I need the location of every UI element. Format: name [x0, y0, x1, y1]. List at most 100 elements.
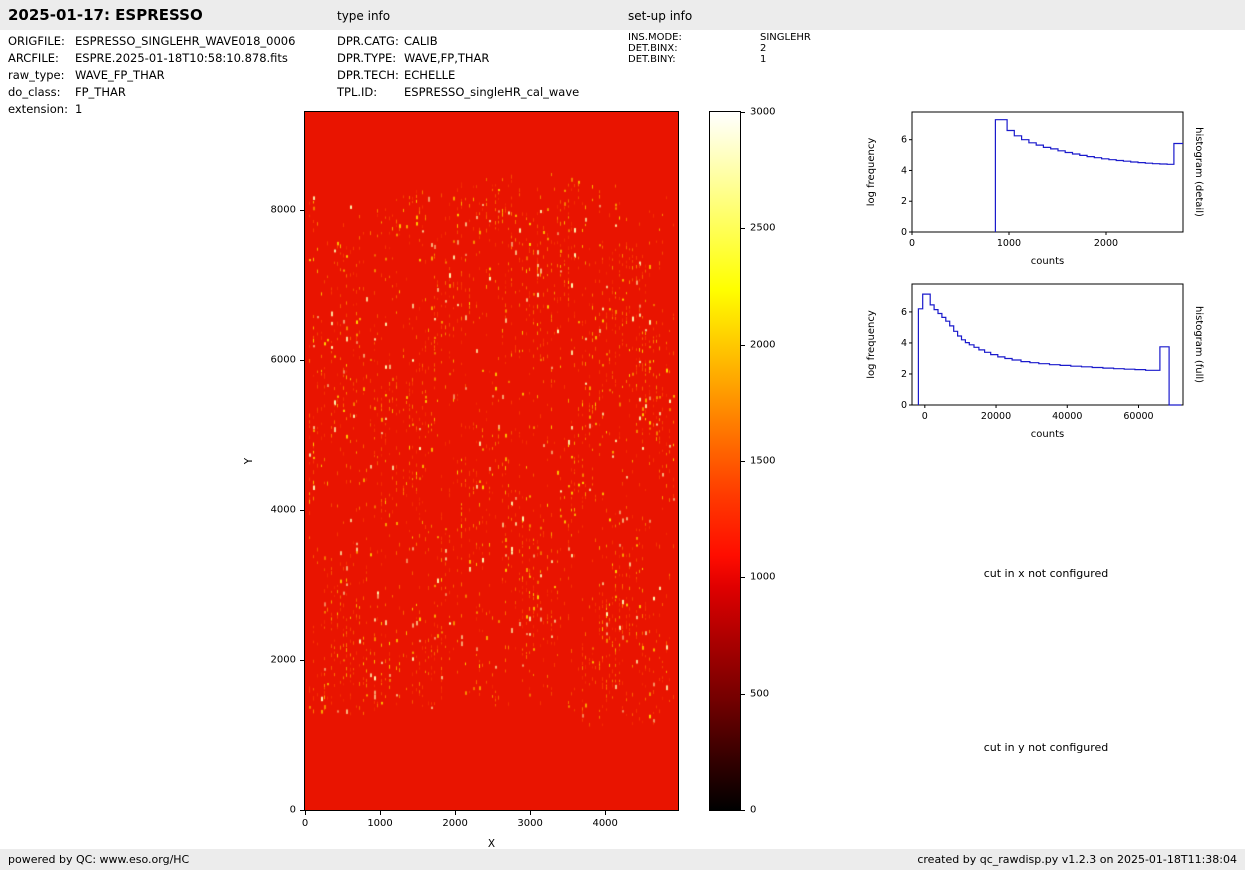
colorbar-tick-label: 2000 — [750, 339, 776, 351]
meta-value: ESPRESSO_SINGLEHR_WAVE018_0006 — [75, 34, 296, 48]
y-tick-label: 6 — [901, 307, 907, 318]
page-title: 2025-01-17: ESPRESSO — [8, 6, 203, 24]
main-y-tick — [300, 209, 304, 211]
x-axis-label: counts — [1031, 256, 1064, 267]
y-tick-label: 6 — [901, 135, 907, 146]
meta-label: DET.BINX: — [628, 43, 678, 54]
meta-label: TPL.ID: — [337, 85, 378, 99]
colorbar-tick-label: 500 — [750, 688, 770, 700]
raw-frame-plot — [304, 111, 679, 811]
header-bar: 2025-01-17: ESPRESSO type info set-up in… — [0, 0, 1245, 30]
main-y-tick-label: 6000 — [270, 354, 296, 366]
histogram-line — [994, 119, 1183, 232]
footer-bar: powered by QC: www.eso.org/HC created by… — [0, 849, 1245, 870]
y-tick-label: 4 — [901, 165, 907, 176]
meta-value: ECHELLE — [404, 68, 456, 82]
colorbar-tick — [741, 112, 745, 113]
plot-frame — [911, 283, 1184, 406]
main-x-tick-label: 3000 — [517, 818, 543, 829]
y-tick-label: 0 — [901, 400, 907, 411]
main-y-tick — [300, 509, 304, 511]
main-x-tick — [530, 811, 532, 815]
colorbar-tick — [741, 810, 745, 811]
type-info-heading: type info — [337, 9, 391, 23]
file-info-block: ORIGFILE: ESPRESSO_SINGLEHR_WAVE018_0006 A… — [8, 33, 295, 118]
meta-value: ESPRE.2025-01-18T10:58:10.878.fits — [75, 51, 288, 65]
main-x-tick — [380, 811, 382, 815]
colorbar-tick-label: 2500 — [750, 222, 776, 234]
colorbar-tick — [741, 344, 745, 346]
right-axis-label: histogram (detail) — [1193, 127, 1204, 217]
meta-label: DPR.TYPE: — [337, 51, 397, 65]
meta-value: 1 — [760, 54, 767, 65]
x-tick-label: 60000 — [1123, 411, 1153, 422]
main-y-tick — [300, 810, 304, 811]
y-axis-label: log frequency — [866, 138, 877, 207]
y-tick-label: 2 — [901, 369, 907, 380]
main-y-tick — [300, 659, 304, 661]
footer-left-text: powered by QC: www.eso.org/HC — [8, 853, 190, 866]
meta-value: 2 — [760, 43, 767, 54]
meta-row: DPR.TECH: ECHELLE — [337, 67, 579, 84]
y-tick-label: 4 — [901, 338, 907, 349]
main-y-axis-label: Y — [243, 457, 255, 465]
meta-row: ARCFILE: ESPRE.2025-01-18T10:58:10.878.fi… — [8, 50, 295, 67]
meta-value: ESPRESSO_singleHR_cal_wave — [404, 85, 580, 99]
meta-value: WAVE_FP_THAR — [75, 68, 165, 82]
colorbar-tick — [741, 461, 745, 462]
colorbar-tick — [741, 693, 745, 695]
meta-row: DET.BINY: 1 — [628, 54, 811, 65]
setup-info-block: INS.MODE: SINGLEHR DET.BINX: 2 DET.BINY: 1 — [628, 32, 811, 65]
meta-value: CALIB — [404, 34, 438, 48]
type-info-block: DPR.CATG: CALIB DPR.TYPE: WAVE,FP,THAR DPR.T… — [337, 33, 579, 101]
y-tick-label: 0 — [901, 227, 907, 238]
y-axis-label: log frequency — [866, 310, 877, 379]
meta-row: do_class: FP_THAR — [8, 84, 295, 101]
x-tick-label: 2000 — [1094, 238, 1118, 249]
colorbar-tick-label: 1000 — [750, 571, 776, 583]
cut-x-message: cut in x not configured — [983, 567, 1109, 580]
meta-row: DET.BINX: 2 — [628, 43, 811, 54]
footer-right-text: created by qc_rawdisp.py v1.2.3 on 2025-… — [917, 853, 1237, 866]
colorbar-tick — [741, 228, 745, 230]
meta-label: DPR.TECH: — [337, 68, 399, 82]
histogram-full-plot: 0 20000 40000 60000 0 2 4 6 counts log frequency h… — [866, 283, 1204, 440]
right-axis-label: histogram (full) — [1193, 306, 1204, 383]
meta-row: extension: 1 — [8, 101, 295, 118]
meta-value: SINGLEHR — [760, 32, 811, 43]
meta-label: ARCFILE: — [8, 51, 59, 65]
main-y-tick — [300, 359, 304, 361]
meta-label: DET.BINY: — [628, 54, 676, 65]
x-axis-label: counts — [1031, 429, 1064, 440]
colorbar-tick-label: 1500 — [750, 455, 776, 467]
meta-label: DPR.CATG: — [337, 34, 399, 48]
meta-label: INS.MODE: — [628, 32, 682, 43]
main-x-tick-label: 2000 — [442, 818, 468, 829]
meta-label: raw_type: — [8, 68, 65, 82]
y-tick-label: 2 — [901, 196, 907, 207]
meta-row: TPL.ID: ESPRESSO_singleHR_cal_wave — [337, 84, 579, 101]
meta-label: ORIGFILE: — [8, 34, 65, 48]
meta-label: do_class: — [8, 85, 61, 99]
main-y-tick-label: 8000 — [270, 204, 296, 216]
main-y-tick-label: 4000 — [270, 504, 296, 516]
colorbar — [709, 111, 741, 811]
meta-row: raw_type: WAVE_FP_THAR — [8, 67, 295, 84]
histogram-line — [917, 293, 1182, 406]
main-x-tick-label: 1000 — [367, 818, 393, 829]
colorbar-tick-label: 3000 — [750, 106, 776, 118]
x-tick-label: 0 — [909, 238, 915, 249]
main-x-tick — [605, 811, 607, 815]
main-x-tick-label: 0 — [301, 818, 309, 829]
x-tick-label: 0 — [922, 411, 928, 422]
meta-row: INS.MODE: SINGLEHR — [628, 32, 811, 43]
plot-frame — [911, 111, 1184, 233]
main-y-tick-label: 2000 — [270, 654, 296, 666]
meta-value: 1 — [75, 102, 83, 116]
meta-label: extension: — [8, 102, 68, 116]
meta-value: WAVE,FP,THAR — [404, 51, 490, 65]
meta-row: DPR.CATG: CALIB — [337, 33, 579, 50]
colorbar-tick-label: 0 — [750, 804, 757, 816]
meta-value: FP_THAR — [75, 85, 126, 99]
setup-info-heading: set-up info — [628, 9, 693, 23]
